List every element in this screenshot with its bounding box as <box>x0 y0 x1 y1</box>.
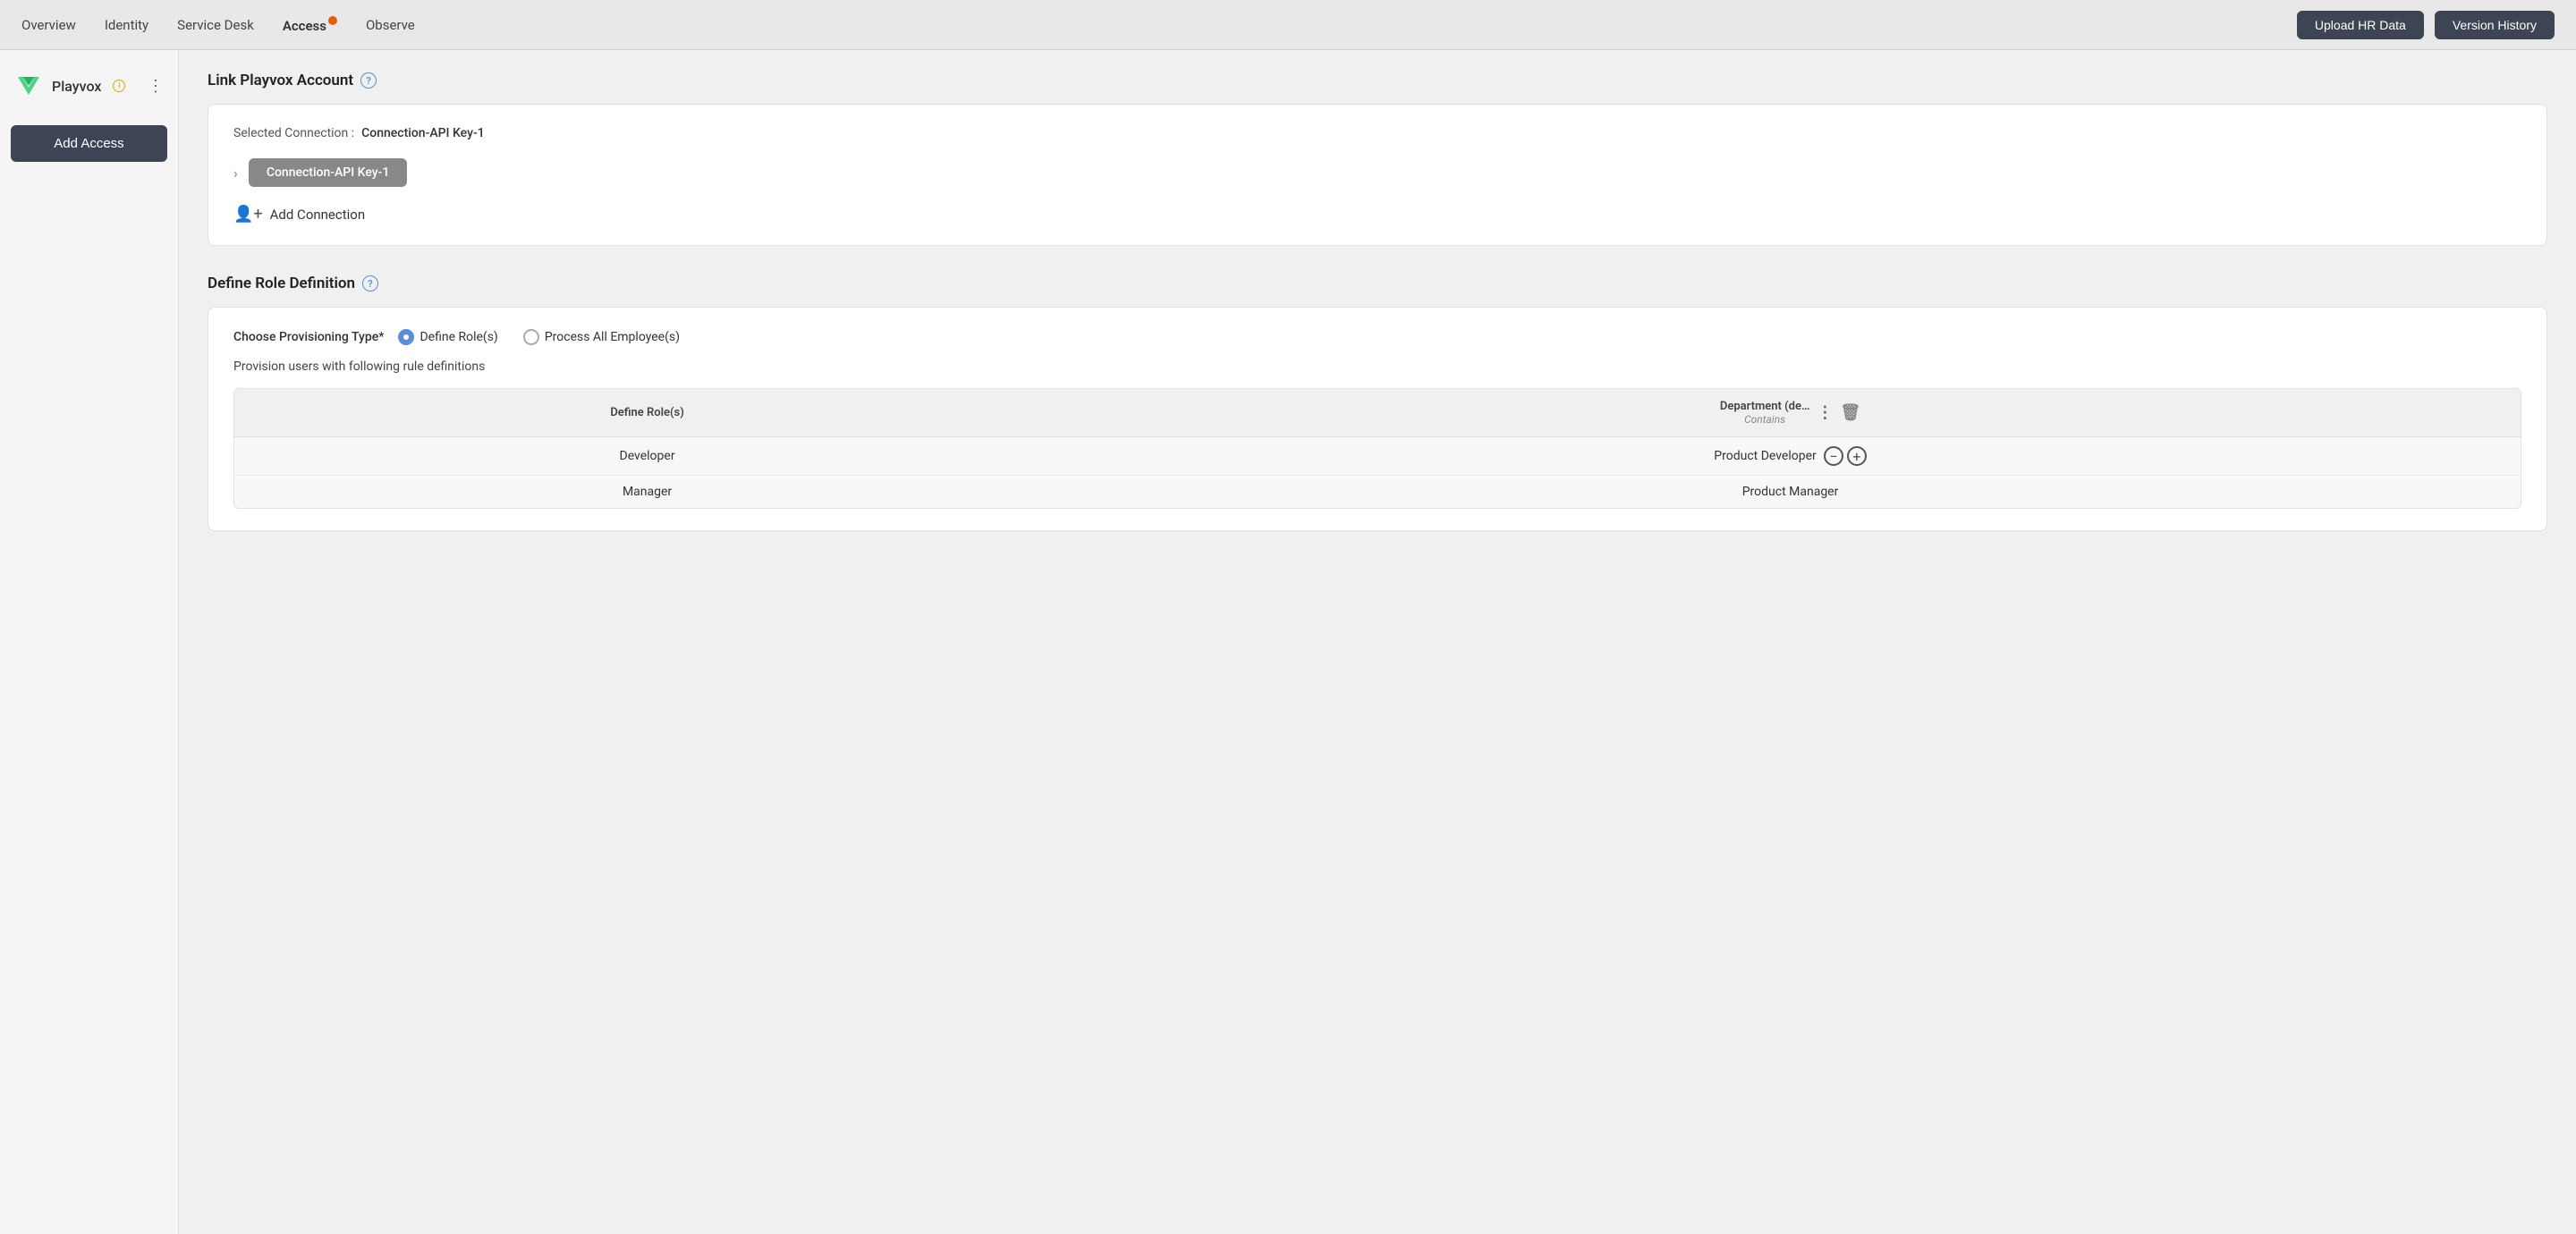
connection-row: › Connection-API Key-1 <box>233 158 2521 187</box>
brand-name: Playvox <box>52 78 101 95</box>
playvox-logo <box>14 72 43 100</box>
add-access-button[interactable]: Add Access <box>11 125 167 162</box>
nav-item-service-desk[interactable]: Service Desk <box>177 13 254 37</box>
nav-item-access[interactable]: Access <box>283 13 337 38</box>
radio-process-all-label: Process All Employee(s) <box>545 330 680 344</box>
provisioning-label: Choose Provisioning Type* <box>233 330 384 344</box>
layout: Playvox i ⋮ Add Access Link Playvox Acco… <box>0 50 2576 1234</box>
radio-define-roles-label: Define Role(s) <box>419 330 497 344</box>
row-0-actions: − + <box>1824 446 1867 466</box>
radio-define-roles-circle[interactable] <box>398 329 414 345</box>
nav-buttons: Upload HR Data Version History <box>2297 11 2555 39</box>
add-connection-icon: 👤+ <box>233 205 263 224</box>
define-role-title: Define Role Definition ? <box>208 275 2547 292</box>
upload-hr-data-button[interactable]: Upload HR Data <box>2297 11 2424 39</box>
link-playvox-section: Link Playvox Account ? Selected Connecti… <box>208 72 2547 246</box>
radio-process-all-employees[interactable]: Process All Employee(s) <box>523 329 680 345</box>
access-badge <box>328 16 337 25</box>
radio-define-roles[interactable]: Define Role(s) <box>398 329 497 345</box>
dept-delete-icon[interactable]: 🗑 <box>1840 403 1860 422</box>
role-cell-manager: Manager <box>234 476 1060 509</box>
nav-items: Overview Identity Service Desk Access Ob… <box>21 13 415 38</box>
version-history-button[interactable]: Version History <box>2435 11 2555 39</box>
main-content: Link Playvox Account ? Selected Connecti… <box>179 50 2576 1234</box>
link-playvox-card: Selected Connection : Connection-API Key… <box>208 104 2547 246</box>
sidebar-more-icon[interactable]: ⋮ <box>148 77 164 96</box>
role-table-wrapper: Define Role(s) Department (de… Contains … <box>233 388 2521 509</box>
define-role-section: Define Role Definition ? Choose Provisio… <box>208 275 2547 531</box>
define-role-help-icon[interactable]: ? <box>362 275 378 292</box>
radio-process-all-circle[interactable] <box>523 329 539 345</box>
dept-header-text: Department (de… Contains <box>1720 400 1810 426</box>
add-connection-row[interactable]: 👤+ Add Connection <box>233 205 2521 224</box>
row-0-minus-icon[interactable]: − <box>1824 446 1843 466</box>
provisioning-type-row: Choose Provisioning Type* Define Role(s)… <box>233 329 2521 345</box>
sidebar-header: Playvox i ⋮ <box>11 64 167 107</box>
provision-subtitle: Provision users with following rule defi… <box>233 359 2521 374</box>
nav-item-observe[interactable]: Observe <box>366 13 415 37</box>
selected-connection-row: Selected Connection : Connection-API Key… <box>233 126 2521 140</box>
dept-more-icon[interactable]: ⋮ <box>1817 403 1833 422</box>
define-role-card: Choose Provisioning Type* Define Role(s)… <box>208 307 2547 531</box>
top-nav: Overview Identity Service Desk Access Ob… <box>0 0 2576 50</box>
role-table-body: Developer Product Developer − + <box>234 437 2521 509</box>
role-table: Define Role(s) Department (de… Contains … <box>234 389 2521 508</box>
dept-cell-developer: Product Developer − + <box>1060 437 2521 476</box>
table-row: Developer Product Developer − + <box>234 437 2521 476</box>
link-playvox-title: Link Playvox Account ? <box>208 72 2547 89</box>
connection-pill[interactable]: Connection-API Key-1 <box>249 158 408 187</box>
role-cell-developer: Developer <box>234 437 1060 476</box>
row-0-plus-icon[interactable]: + <box>1847 446 1867 466</box>
link-playvox-help-icon[interactable]: ? <box>360 72 377 89</box>
nav-item-identity[interactable]: Identity <box>105 13 148 37</box>
sidebar: Playvox i ⋮ Add Access <box>0 50 179 1234</box>
dept-cell-manager: Product Manager <box>1060 476 2521 509</box>
table-header-row: Define Role(s) Department (de… Contains … <box>234 389 2521 437</box>
col-department-header: Department (de… Contains ⋮ 🗑 <box>1060 389 2521 437</box>
dept-header-sub: Contains <box>1744 413 1785 426</box>
nav-item-overview[interactable]: Overview <box>21 13 76 37</box>
selected-connection-label: Selected Connection : <box>233 126 354 140</box>
dept-header-content: Department (de… Contains ⋮ 🗑 <box>1074 400 2506 426</box>
chevron-right-icon: › <box>233 165 238 182</box>
col-define-roles-header: Define Role(s) <box>234 389 1060 437</box>
add-connection-text: Add Connection <box>270 207 366 223</box>
sidebar-brand: Playvox i <box>14 72 125 100</box>
table-row: Manager Product Manager <box>234 476 2521 509</box>
selected-connection-value: Connection-API Key-1 <box>361 126 485 140</box>
brand-info-icon[interactable]: i <box>113 80 125 92</box>
